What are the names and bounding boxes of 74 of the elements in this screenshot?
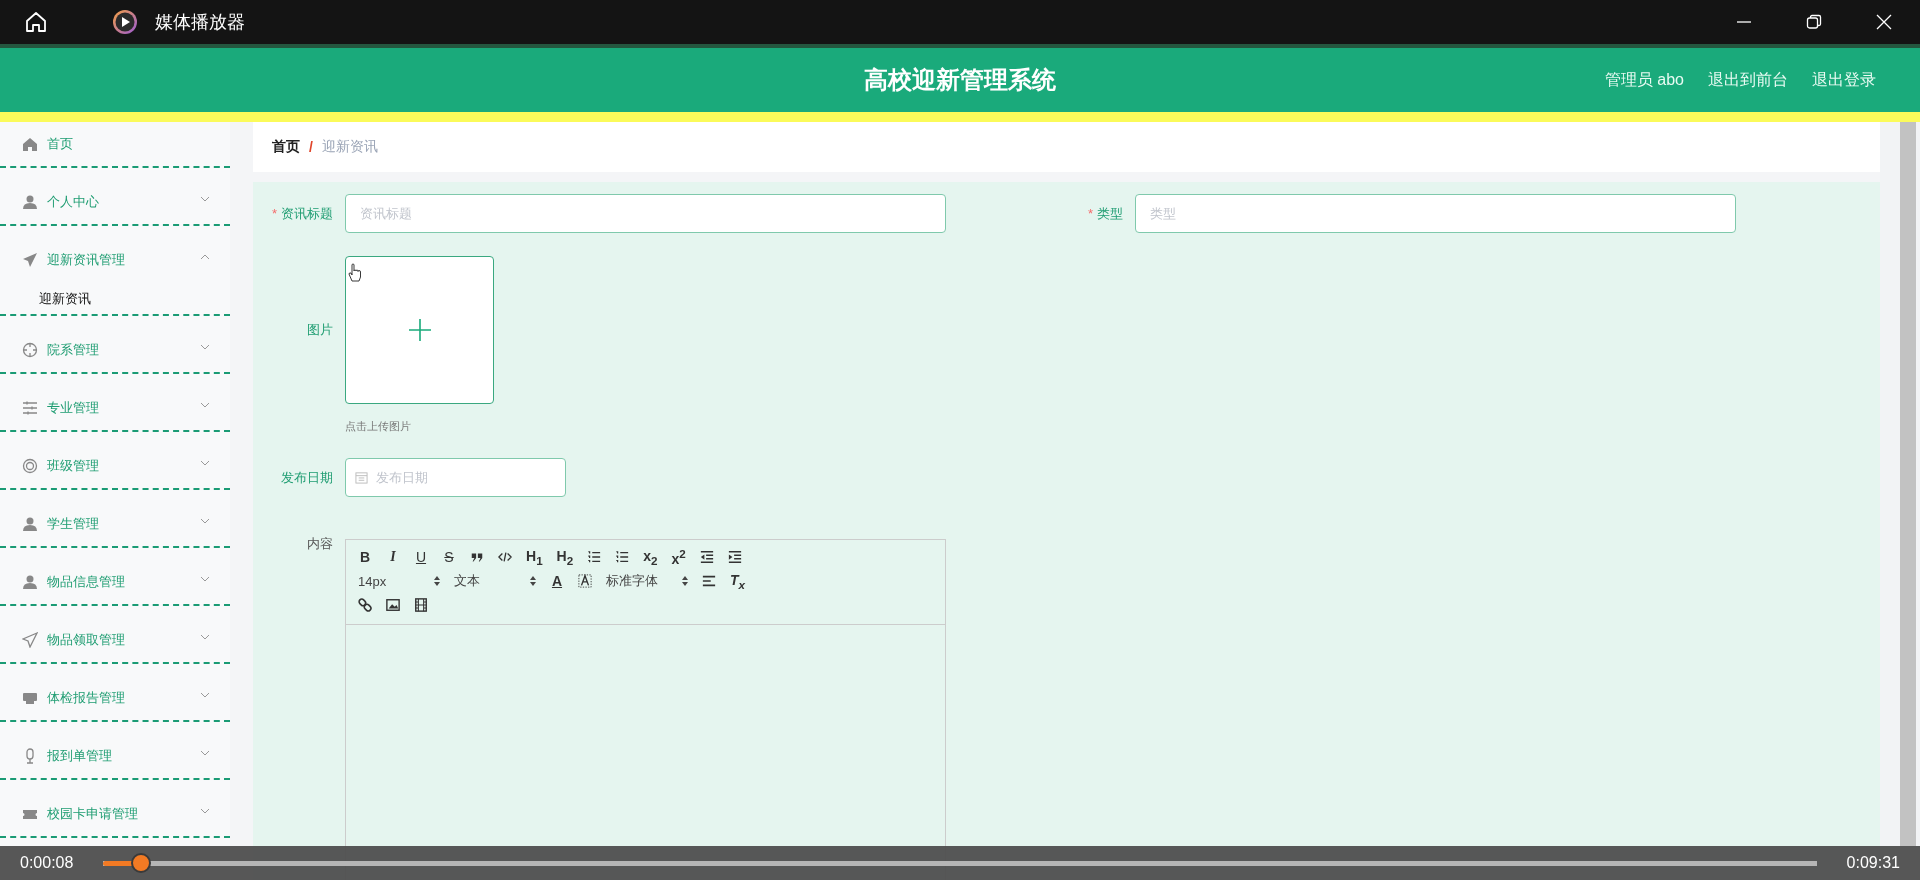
- align-icon[interactable]: [702, 574, 716, 588]
- person-icon: [22, 516, 38, 532]
- date-field[interactable]: 发布日期: [345, 458, 566, 497]
- field-label: 资讯标题: [281, 205, 333, 221]
- italic-button[interactable]: I: [386, 549, 400, 565]
- elapsed-time: 0:00:08: [20, 854, 74, 872]
- chevron-icon: [200, 460, 210, 466]
- toolbar-select[interactable]: 标准字体: [606, 572, 688, 590]
- scrollbar-thumb[interactable]: [1900, 122, 1916, 846]
- breadcrumb-link[interactable]: 首页: [272, 138, 300, 156]
- upload-hint: 点击上传图片: [345, 419, 412, 434]
- crosshair-icon: [22, 342, 38, 358]
- outdent-icon[interactable]: [699, 550, 714, 564]
- image-icon[interactable]: [386, 598, 400, 612]
- home-icon: [22, 136, 38, 152]
- send-outline-icon: [22, 632, 38, 648]
- user-icon: [22, 194, 38, 210]
- window-title: 媒体播放器: [155, 11, 245, 34]
- calendar-icon: [355, 471, 368, 484]
- hand-cursor-icon: [348, 263, 362, 283]
- text-field[interactable]: 类型: [1135, 194, 1736, 233]
- script-button[interactable]: x$_{2}$: [643, 547, 658, 567]
- select-arrows-icon: [682, 576, 688, 586]
- upload-box[interactable]: [345, 256, 494, 404]
- required-mark: *: [1087, 205, 1093, 221]
- clean-button[interactable]: T$_{x}$: [730, 571, 746, 591]
- ring-icon: [22, 458, 38, 474]
- link-icon[interactable]: [358, 598, 372, 612]
- chevron-icon: [200, 344, 210, 350]
- field-label: 内容: [306, 535, 334, 553]
- background-icon[interactable]: [578, 574, 592, 588]
- toolbar-select[interactable]: 14px: [358, 573, 440, 589]
- chevron-icon: [200, 518, 210, 524]
- video-icon[interactable]: [414, 598, 428, 612]
- chevron-icon: [200, 196, 210, 202]
- heading-button[interactable]: H$_{2}$: [556, 547, 574, 567]
- chevron-icon: [200, 576, 210, 582]
- play-icon: [112, 9, 138, 35]
- bold-button[interactable]: B: [358, 549, 372, 565]
- chevron-icon: [200, 750, 210, 756]
- printer-icon: [22, 690, 38, 706]
- breadcrumb-separator: /: [309, 139, 313, 155]
- sliders-icon: [22, 400, 38, 416]
- app-title: 高校迎新管理系统: [864, 65, 1056, 95]
- chevron-icon: [200, 808, 210, 814]
- select-arrows-icon: [434, 576, 440, 586]
- close-icon[interactable]: [1876, 14, 1892, 30]
- chevron-icon: [200, 692, 210, 698]
- field-label: 图片: [306, 321, 334, 339]
- script-button[interactable]: x$^{2}$: [671, 547, 686, 567]
- chevron-icon: [200, 402, 210, 408]
- indent-icon[interactable]: [727, 550, 742, 564]
- select-arrows-icon: [530, 576, 536, 586]
- ordered-list-icon[interactable]: [587, 550, 602, 564]
- code-icon[interactable]: [498, 550, 512, 564]
- user-icon: [22, 574, 38, 590]
- chevron-icon: [200, 254, 210, 260]
- restore-icon[interactable]: [1806, 14, 1822, 30]
- color-button[interactable]: A: [550, 573, 564, 589]
- heading-button[interactable]: H$_{1}$: [526, 547, 543, 567]
- send-icon: [22, 252, 38, 268]
- total-time: 0:09:31: [1846, 854, 1900, 872]
- text-field[interactable]: 资讯标题: [345, 194, 946, 233]
- chevron-icon: [200, 634, 210, 640]
- field-label: 类型: [1097, 205, 1123, 221]
- plus-icon: [407, 318, 432, 342]
- field-label: 发布日期: [280, 468, 334, 487]
- toolbar-select[interactable]: 文本: [454, 572, 536, 590]
- required-mark: *: [271, 205, 277, 221]
- underline-button[interactable]: U: [414, 549, 428, 565]
- home-icon[interactable]: [24, 10, 48, 34]
- bullet-list-icon[interactable]: [615, 550, 630, 564]
- seek-thumb[interactable]: [131, 853, 152, 873]
- strike-button[interactable]: S: [442, 549, 456, 565]
